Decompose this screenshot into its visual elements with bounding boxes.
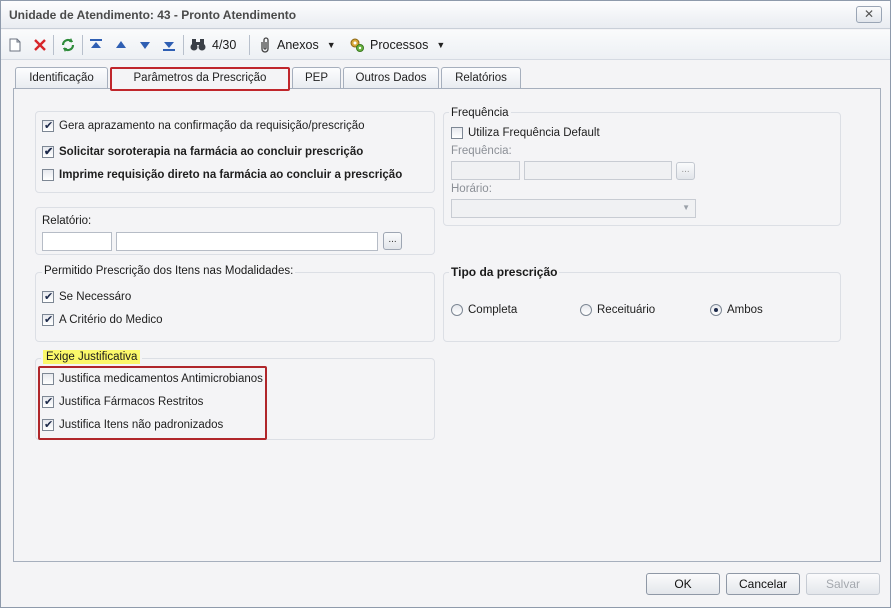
radio-unselected bbox=[451, 304, 463, 316]
receituario-label: Receituário bbox=[597, 304, 656, 316]
close-button[interactable]: ✕ bbox=[856, 6, 882, 23]
a-criterio-medico-checkbox[interactable]: A Critério do Medico bbox=[42, 313, 163, 326]
processos-label: Processos bbox=[370, 38, 429, 52]
frequencia-title: Frequência bbox=[449, 107, 511, 119]
se-necessario-checkbox[interactable]: Se Necessáro bbox=[42, 290, 132, 303]
justifica-nao-padronizados-checkbox[interactable]: Justifica Itens não padronizados bbox=[42, 418, 224, 431]
checkbox-unchecked bbox=[42, 373, 54, 385]
title-bar: Unidade de Atendimento: 43 - Pronto Aten… bbox=[1, 1, 890, 29]
checkbox-checked bbox=[42, 313, 54, 326]
frequencia-code-input[interactable] bbox=[451, 161, 520, 180]
record-counter: 4/30 bbox=[212, 38, 237, 52]
justificativa-title: Exige Justificativa bbox=[41, 350, 143, 364]
a-criterio-medico-label: A Critério do Medico bbox=[59, 314, 163, 326]
radio-ambos[interactable]: Ambos bbox=[710, 304, 763, 316]
last-record-icon[interactable] bbox=[162, 36, 176, 54]
checkbox-checked bbox=[42, 145, 54, 158]
solicitar-soroterapia-checkbox[interactable]: Solicitar soroterapia na farmácia ao con… bbox=[42, 145, 364, 158]
binoculars-icon[interactable] bbox=[190, 36, 206, 54]
checkbox-unchecked bbox=[451, 127, 463, 139]
window-title: Unidade de Atendimento: 43 - Pronto Aten… bbox=[9, 8, 297, 22]
toolbar: 4/30 Anexos ▼ Processos ▼ bbox=[1, 30, 890, 60]
delete-icon[interactable] bbox=[33, 36, 47, 54]
anexos-label: Anexos bbox=[277, 38, 319, 52]
frequencia-default-checkbox[interactable]: Utiliza Frequência Default bbox=[451, 127, 600, 139]
completa-label: Completa bbox=[468, 304, 518, 316]
processos-menu[interactable]: Processos ▼ bbox=[349, 36, 445, 54]
solicitar-soroterapia-label: Solicitar soroterapia na farmácia ao con… bbox=[59, 146, 364, 158]
radio-completa[interactable]: Completa bbox=[451, 304, 517, 316]
justifica-farmacos-restritos-label: Justifica Fármacos Restritos bbox=[59, 396, 204, 408]
chevron-down-icon: ▼ bbox=[682, 203, 690, 212]
relatorio-name-input[interactable] bbox=[116, 232, 378, 251]
tipo-prescricao-title: Tipo da prescrição bbox=[449, 265, 560, 279]
justifica-nao-padronizados-label: Justifica Itens não padronizados bbox=[59, 419, 224, 431]
new-document-icon[interactable] bbox=[9, 36, 21, 54]
justifica-antimicrobianos-checkbox[interactable]: Justifica medicamentos Antimicrobianos bbox=[42, 373, 263, 385]
chevron-down-icon: ▼ bbox=[436, 40, 446, 50]
checkbox-checked bbox=[42, 418, 54, 431]
cancel-button[interactable]: Cancelar bbox=[726, 573, 800, 595]
chevron-down-icon: ▼ bbox=[326, 40, 336, 50]
radio-unselected bbox=[580, 304, 592, 316]
previous-record-icon[interactable] bbox=[114, 36, 128, 54]
radio-receituario[interactable]: Receituário bbox=[580, 304, 655, 316]
checkbox-checked bbox=[42, 290, 54, 303]
tab-outros-dados[interactable]: Outros Dados bbox=[343, 67, 439, 89]
anexos-menu[interactable]: Anexos ▼ bbox=[258, 36, 336, 54]
gera-aprazamento-label: Gera aprazamento na confirmação da requi… bbox=[59, 120, 365, 132]
imprime-requisicao-label: Imprime requisição direto na farmácia ao… bbox=[59, 169, 403, 181]
ambos-label: Ambos bbox=[727, 304, 763, 316]
justifica-antimicrobianos-label: Justifica medicamentos Antimicrobianos bbox=[59, 373, 263, 385]
dialog-window: Unidade de Atendimento: 43 - Pronto Aten… bbox=[0, 0, 891, 608]
tab-pep[interactable]: PEP bbox=[292, 67, 341, 89]
relatorio-lookup-button[interactable]: ... bbox=[383, 232, 402, 250]
imprime-requisicao-checkbox[interactable]: Imprime requisição direto na farmácia ao… bbox=[42, 169, 402, 181]
frequencia-name-input[interactable] bbox=[524, 161, 672, 180]
tab-relatorios[interactable]: Relatórios bbox=[441, 67, 521, 89]
radio-selected bbox=[710, 304, 722, 316]
frequencia-field-label: Frequência: bbox=[451, 145, 512, 157]
modalidades-title: Permitido Prescrição dos Itens nas Modal… bbox=[42, 265, 296, 277]
justifica-farmacos-restritos-checkbox[interactable]: Justifica Fármacos Restritos bbox=[42, 395, 204, 408]
frequencia-lookup-button[interactable]: ... bbox=[676, 162, 695, 180]
refresh-icon[interactable] bbox=[60, 36, 76, 54]
checkbox-checked bbox=[42, 119, 54, 132]
paperclip-icon bbox=[258, 37, 272, 53]
checkbox-unchecked bbox=[42, 169, 54, 181]
tab-identificacao[interactable]: Identificação bbox=[15, 67, 108, 89]
relatorio-label: Relatório: bbox=[40, 215, 94, 227]
first-record-icon[interactable] bbox=[89, 36, 103, 54]
tab-parametros-prescricao[interactable]: Parâmetros da Prescrição bbox=[110, 67, 290, 90]
gera-aprazamento-checkbox[interactable]: Gera aprazamento na confirmação da requi… bbox=[42, 119, 365, 132]
ok-button[interactable]: OK bbox=[646, 573, 720, 595]
next-record-icon[interactable] bbox=[138, 36, 152, 54]
horario-select[interactable]: ▼ bbox=[451, 199, 696, 218]
processes-icon bbox=[349, 37, 365, 53]
frequencia-default-label: Utiliza Frequência Default bbox=[468, 127, 600, 139]
save-button[interactable]: Salvar bbox=[806, 573, 880, 595]
checkbox-checked bbox=[42, 395, 54, 408]
se-necessario-label: Se Necessáro bbox=[59, 291, 132, 303]
horario-label: Horário: bbox=[451, 183, 492, 195]
modalidades-group bbox=[35, 272, 435, 342]
relatorio-code-input[interactable] bbox=[42, 232, 112, 251]
